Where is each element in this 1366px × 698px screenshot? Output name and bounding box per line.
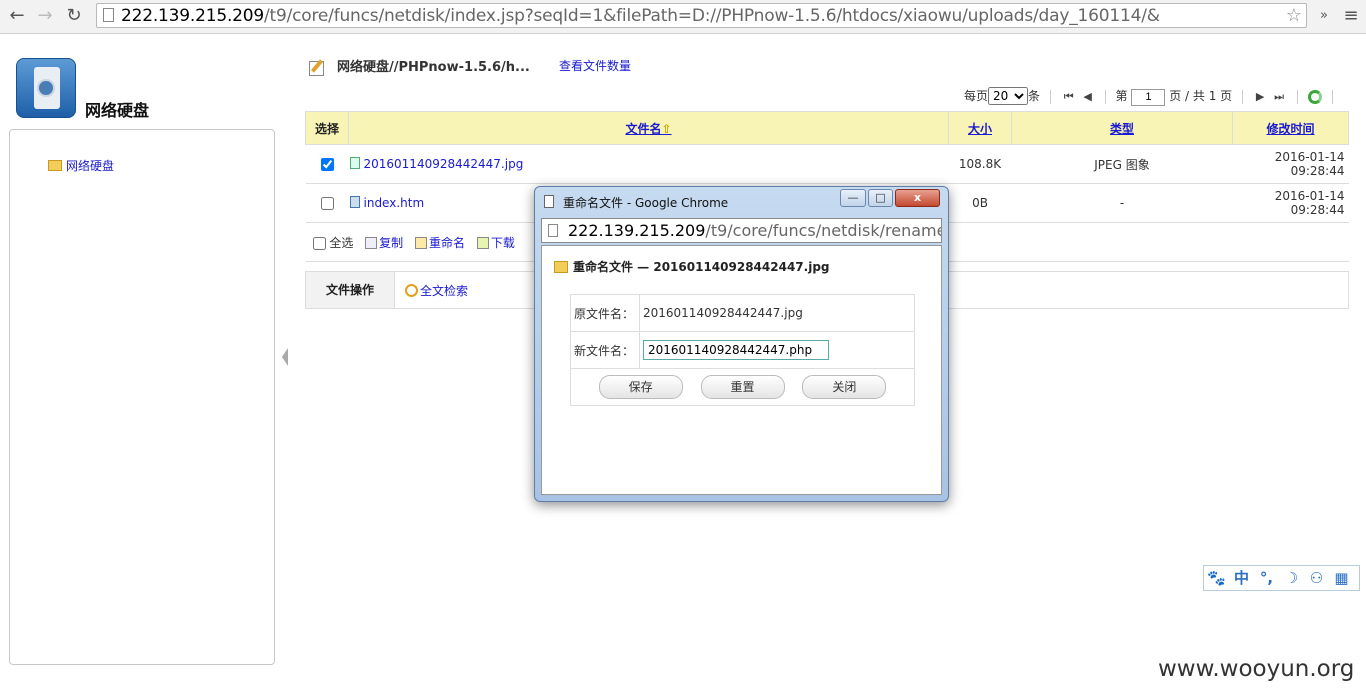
extensions-overflow-icon[interactable]: » [1313,6,1335,26]
pager: 每页20条 ⏮ ◀ 第 页 / 共 1 页 ▶ ⏭ [964,87,1339,107]
popup-heading: 重命名文件 — 201601140928442447.jpg [554,258,830,275]
sort-modified-link[interactable]: 修改时间 [1266,122,1314,136]
col-filename[interactable]: 文件名⇧ [348,111,949,145]
reset-button[interactable]: 重置 [700,375,785,399]
sort-type-link[interactable]: 类型 [1110,122,1134,136]
collapse-sidebar-handle[interactable] [282,348,288,366]
save-button[interactable]: 保存 [598,375,683,399]
file-size: 108.8K [948,144,1012,184]
rename-icon [415,236,428,249]
search-icon [405,284,418,297]
page-prefix: 第 [1115,89,1128,103]
image-file-icon [349,157,360,169]
sort-size-link[interactable]: 大小 [968,122,992,136]
table-header-row: 选择 文件名⇧ 大小 类型 修改时间 [305,111,1349,145]
tree-item-netdisk[interactable]: 网络硬盘 [48,157,114,174]
file-type: - [1011,183,1233,223]
address-url: 222.139.215.209/t9/core/funcs/netdisk/in… [121,6,1160,26]
view-file-count-link[interactable]: 查看文件数量 [559,57,631,74]
watermark: www.wooyun.org [1158,656,1355,682]
sort-filename-link[interactable]: 文件名⇧ [625,122,671,136]
table-row: 201601140928442447.jpg 108.8K JPEG 图象 20… [305,144,1349,184]
user-icon[interactable]: ⚇ [1304,566,1329,590]
sort-asc-icon: ⇧ [661,121,672,136]
first-page-icon[interactable]: ⏮ [1064,90,1074,104]
file-link[interactable]: index.htm [364,196,425,210]
grid-icon[interactable]: ▦ [1329,566,1354,590]
fulltext-search-link[interactable]: 全文检索 [420,284,468,298]
refresh-icon[interactable] [1307,89,1322,104]
window-close-button[interactable]: x [895,189,940,207]
file-link[interactable]: 201601140928442447.jpg [364,157,524,171]
original-name-value: 201601140928442447.jpg [639,294,915,332]
col-modified[interactable]: 修改时间 [1232,111,1349,145]
html-file-icon [349,196,360,208]
app-title: 网络硬盘 [85,101,150,120]
paw-icon[interactable]: 🐾 [1204,566,1229,590]
popup-window-title: 重命名文件 - Google Chrome [563,196,729,210]
copy-action[interactable]: 复制 [365,236,403,250]
minimize-button[interactable]: — [840,189,866,207]
copy-link[interactable]: 复制 [379,236,403,250]
row-checkbox[interactable] [320,197,334,210]
menu-icon[interactable]: ≡ [1340,6,1362,26]
download-link[interactable]: 下载 [491,236,515,250]
folder-tree-panel [9,129,275,665]
page-icon [548,224,558,237]
col-type[interactable]: 类型 [1011,111,1233,145]
popup-url: 222.139.215.209/t9/core/funcs/netdisk/re… [568,221,942,240]
popup-content: 重命名文件 — 201601140928442447.jpg 原文件名： 201… [541,245,942,495]
reload-icon[interactable]: ↻ [63,6,85,26]
original-name-label: 原文件名： [570,294,640,332]
file-modified: 2016-01-14 09:28:44 [1232,183,1349,223]
chinese-mode-icon[interactable]: 中 [1229,566,1254,590]
rename-popup-window: 重命名文件 - Google Chrome — □ x 222.139.215.… [534,186,949,502]
prev-page-icon[interactable]: ◀ [1083,90,1091,103]
address-bar[interactable]: 222.139.215.209/t9/core/funcs/netdisk/in… [96,3,1307,28]
file-operations-label: 文件操作 [306,272,395,308]
rename-action[interactable]: 重命名 [415,236,465,250]
row-checkbox[interactable] [320,158,334,171]
ime-toolbar: 🐾 中 °, ☽ ⚇ ▦ [1203,565,1360,591]
next-page-icon[interactable]: ▶ [1256,90,1264,103]
select-all-checkbox[interactable] [312,236,326,250]
download-action[interactable]: 下载 [476,236,515,250]
rename-icon [554,261,568,273]
per-page-select[interactable]: 20 [988,87,1029,105]
punctuation-icon[interactable]: °, [1254,566,1279,590]
netdisk-logo [16,58,76,118]
new-name-input[interactable] [643,340,829,360]
edit-icon [309,61,324,76]
folder-icon [48,160,62,171]
file-type: JPEG 图象 [1011,144,1233,184]
new-name-label: 新文件名： [570,331,640,369]
col-select: 选择 [305,111,349,145]
forward-icon[interactable]: → [34,6,56,26]
per-page-suffix: 条 [1028,89,1041,103]
page-suffix: 页 / 共 1 页 [1169,89,1233,103]
download-icon [476,236,489,249]
halfwidth-moon-icon[interactable]: ☽ [1279,566,1304,590]
rename-form: 原文件名： 201601140928442447.jpg 新文件名： 保存 重置… [570,294,915,406]
back-icon[interactable]: ← [6,6,28,26]
page-icon [103,8,114,22]
close-button[interactable]: 关闭 [802,375,887,399]
maximize-button[interactable]: □ [868,189,893,207]
rename-link[interactable]: 重命名 [429,236,465,250]
col-size[interactable]: 大小 [948,111,1012,145]
popup-address-bar: 222.139.215.209/t9/core/funcs/netdisk/re… [541,218,942,243]
page-icon [544,195,554,208]
file-size: 0B [948,183,1012,223]
last-page-icon[interactable]: ⏭ [1274,90,1284,104]
browser-toolbar: ← → ↻ 222.139.215.209/t9/core/funcs/netd… [0,0,1366,34]
per-page-prefix: 每页 [964,89,989,103]
page-number-input[interactable] [1131,88,1166,106]
fulltext-search-action[interactable]: 全文检索 [405,282,468,299]
page-title: 网络硬盘//PHPnow-1.5.6/h... [337,60,530,75]
star-icon[interactable]: ☆ [1286,5,1302,26]
copy-icon [365,236,378,249]
file-modified: 2016-01-14 09:28:44 [1232,144,1349,184]
tree-item-label[interactable]: 网络硬盘 [66,159,114,173]
select-all[interactable]: 全选 [312,236,353,250]
